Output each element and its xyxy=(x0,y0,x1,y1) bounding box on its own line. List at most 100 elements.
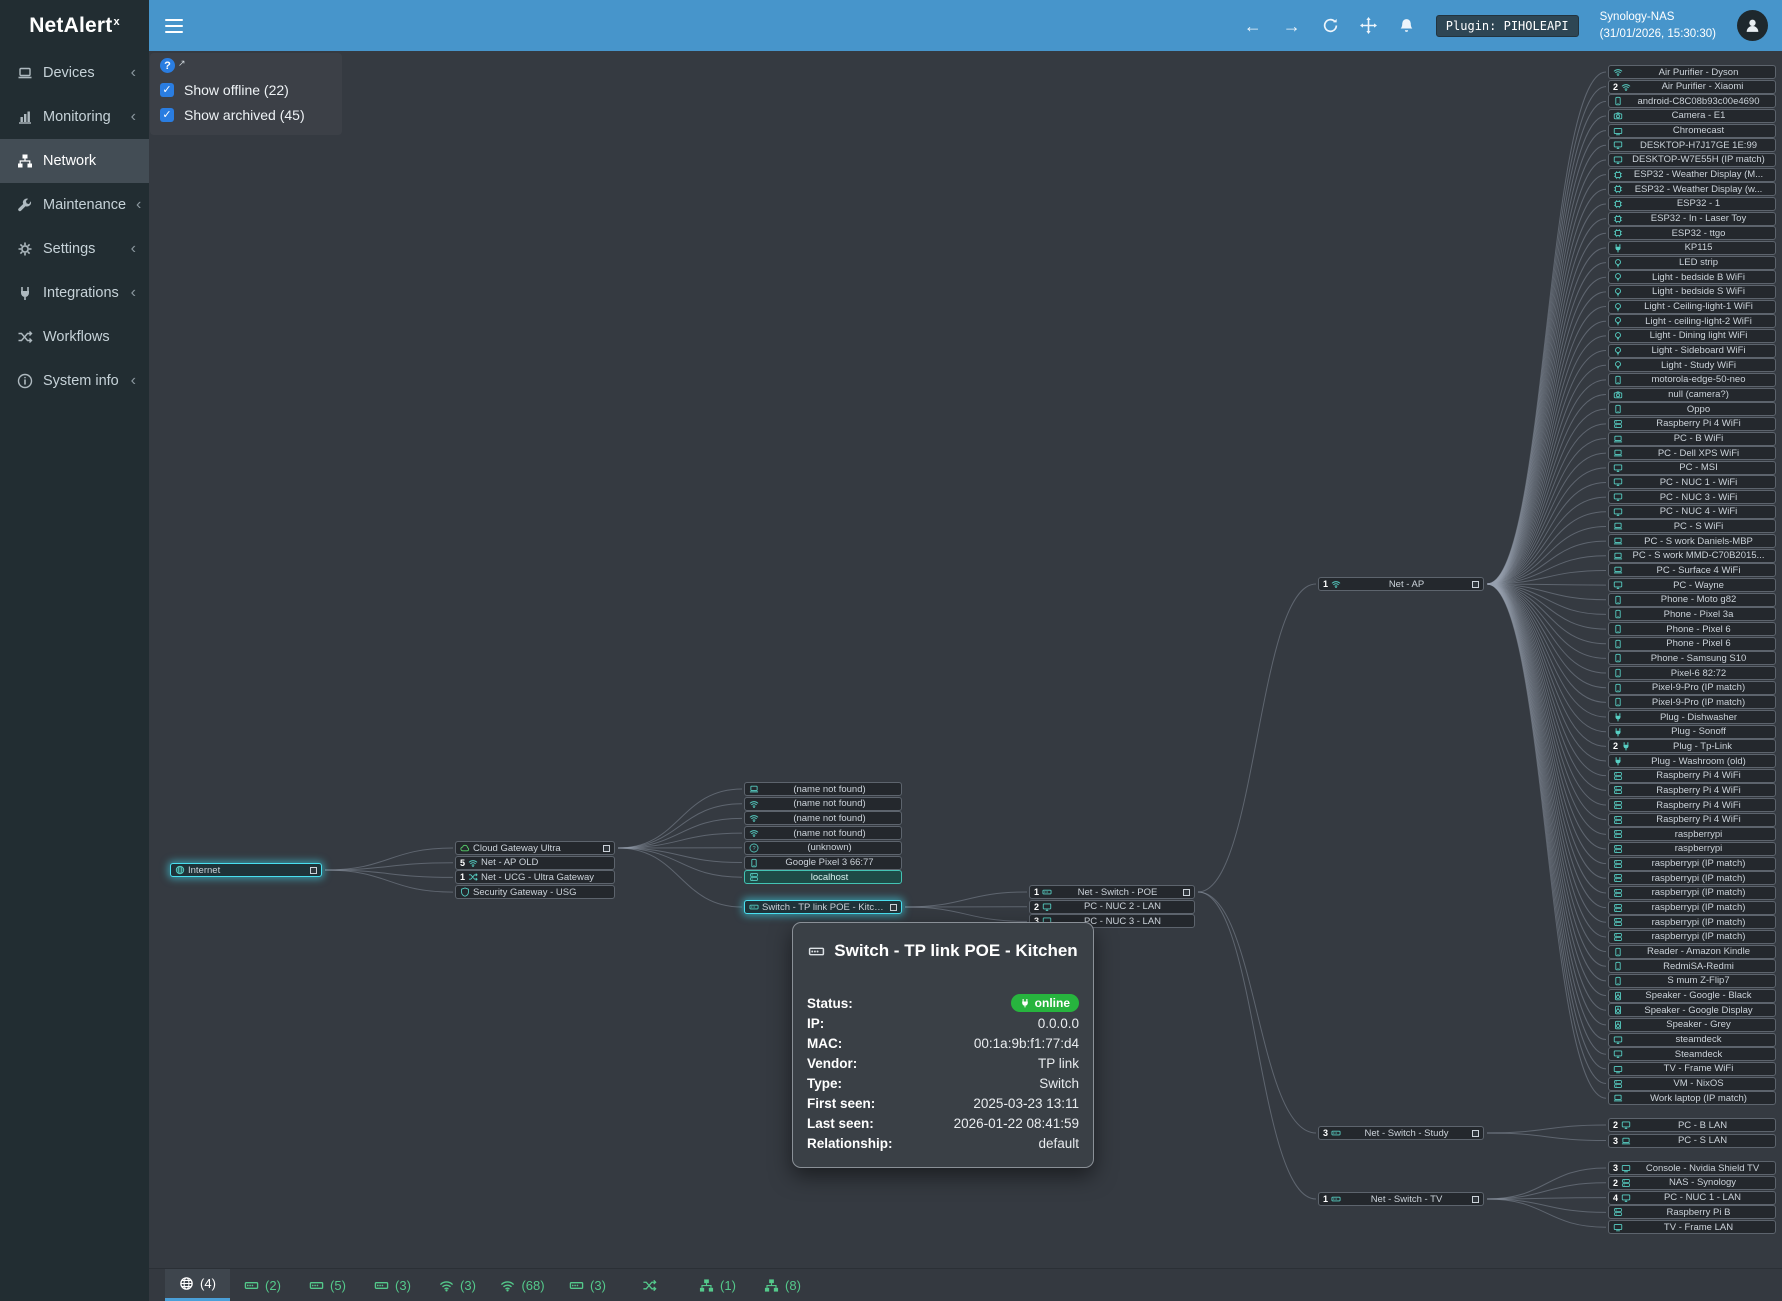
graph-node-wifi-devices-15[interactable]: Light - bedside S WiFi xyxy=(1608,285,1776,299)
graph-node-wifi-devices-63[interactable]: Speaker - Google - Black xyxy=(1608,989,1776,1003)
sidebar-item-integrations[interactable]: Integrations ‹ xyxy=(0,271,149,315)
graph-node-wifi-devices-40[interactable]: Phone - Samsung S10 xyxy=(1608,651,1776,665)
graph-node-wifi-devices-31[interactable]: PC - S WiFi xyxy=(1608,519,1776,533)
graph-node-cloud-gw[interactable]: Cloud Gateway Ultra xyxy=(455,841,615,855)
graph-node-wifi-devices-67[interactable]: Steamdeck xyxy=(1608,1047,1776,1061)
graph-node-nas[interactable]: 2NAS - Synology xyxy=(1608,1176,1776,1190)
graph-node-wifi-devices-49[interactable]: Raspberry Pi 4 WiFi xyxy=(1608,783,1776,797)
node-expand-button[interactable] xyxy=(603,845,610,852)
graph-node-wifi-devices-36[interactable]: Phone - Moto g82 xyxy=(1608,593,1776,607)
graph-node-localhost[interactable]: localhost xyxy=(744,870,902,884)
graph-node-wifi-devices-24[interactable]: Raspberry Pi 4 WiFi xyxy=(1608,417,1776,431)
graph-node-wifi-devices-66[interactable]: steamdeck xyxy=(1608,1033,1776,1047)
graph-node-wifi-devices-8[interactable]: ESP32 - Weather Display (w... xyxy=(1608,182,1776,196)
help-icon[interactable]: ? xyxy=(160,58,175,73)
graph-node-wifi-devices-34[interactable]: PC - Surface 4 WiFi xyxy=(1608,563,1776,577)
graph-node-wifi-devices-6[interactable]: DESKTOP-W7E55H (IP match) xyxy=(1608,153,1776,167)
graph-node-wifi-devices-25[interactable]: PC - B WiFi xyxy=(1608,432,1776,446)
graph-node-wifi-devices-46[interactable]: 2Plug - Tp-Link xyxy=(1608,739,1776,753)
graph-node-wifi-devices-3[interactable]: Camera - E1 xyxy=(1608,109,1776,123)
graph-node-wifi-devices-0[interactable]: Air Purifier - Dyson xyxy=(1608,65,1776,79)
refresh-icon[interactable] xyxy=(1322,17,1339,34)
sidebar-item-workflows[interactable]: Workflows xyxy=(0,315,149,359)
graph-node-wifi-devices-52[interactable]: raspberrypi xyxy=(1608,827,1776,841)
graph-node-wifi-devices-45[interactable]: Plug - Sonoff xyxy=(1608,725,1776,739)
graph-node-wifi-devices-50[interactable]: Raspberry Pi 4 WiFi xyxy=(1608,798,1776,812)
graph-node-wifi-devices-14[interactable]: Light - bedside B WiFi xyxy=(1608,270,1776,284)
node-expand-button[interactable] xyxy=(890,904,897,911)
graph-node-wifi-devices-16[interactable]: Light - Ceiling-light-1 WiFi xyxy=(1608,300,1776,314)
graph-node-ap-old[interactable]: 5Net - AP OLD xyxy=(455,856,615,870)
forward-icon[interactable]: → xyxy=(1283,17,1301,35)
graph-node-wifi-devices-59[interactable]: raspberrypi (IP match) xyxy=(1608,930,1776,944)
graph-node-console[interactable]: 3Console - Nvidia Shield TV xyxy=(1608,1161,1776,1175)
graph-node-nnf4[interactable]: (name not found) xyxy=(744,826,902,840)
graph-node-wifi-devices-61[interactable]: RedmiSA-Redmi xyxy=(1608,959,1776,973)
tab-globe[interactable]: (4) xyxy=(165,1269,230,1301)
show-archived-checkbox[interactable]: ✓ Show archived (45) xyxy=(160,107,332,123)
graph-node-wifi-devices-33[interactable]: PC - S work MMD-C70B2015... xyxy=(1608,549,1776,563)
external-link-icon[interactable]: ↗ xyxy=(178,58,186,69)
graph-node-tv-frame-lan[interactable]: TV - Frame LAN xyxy=(1608,1220,1776,1234)
sidebar-toggle-button[interactable] xyxy=(149,0,199,51)
node-expand-button[interactable] xyxy=(1472,1130,1479,1137)
graph-node-sw-study[interactable]: 3Net - Switch - Study xyxy=(1318,1126,1484,1140)
graph-node-wifi-devices-44[interactable]: Plug - Dishwasher xyxy=(1608,710,1776,724)
sidebar-item-maintenance[interactable]: Maintenance ‹ xyxy=(0,183,149,227)
graph-node-nnf1[interactable]: (name not found) xyxy=(744,782,902,796)
graph-node-wifi-devices-30[interactable]: PC - NUC 4 - WiFi xyxy=(1608,505,1776,519)
move-icon[interactable] xyxy=(1360,17,1377,34)
graph-node-wifi-devices-37[interactable]: Phone - Pixel 3a xyxy=(1608,607,1776,621)
graph-node-wifi-devices-20[interactable]: Light - Study WiFi xyxy=(1608,358,1776,372)
graph-node-sw-tv[interactable]: 1Net - Switch - TV xyxy=(1318,1192,1484,1206)
graph-node-wifi-devices-65[interactable]: Speaker - Grey xyxy=(1608,1018,1776,1032)
graph-node-ucg[interactable]: 1Net - UCG - Ultra Gateway xyxy=(455,870,615,884)
node-expand-button[interactable] xyxy=(310,867,317,874)
graph-node-wifi-devices-56[interactable]: raspberrypi (IP match) xyxy=(1608,886,1776,900)
graph-node-pc-s-lan[interactable]: 3PC - S LAN xyxy=(1608,1134,1776,1148)
graph-node-wifi-devices-4[interactable]: Chromecast xyxy=(1608,124,1776,138)
graph-node-wifi-devices-58[interactable]: raspberrypi (IP match) xyxy=(1608,915,1776,929)
graph-node-wifi-devices-57[interactable]: raspberrypi (IP match) xyxy=(1608,901,1776,915)
graph-node-wifi-devices-19[interactable]: Light - Sideboard WiFi xyxy=(1608,344,1776,358)
sidebar-item-network[interactable]: Network xyxy=(0,139,149,183)
tab-shuffle[interactable] xyxy=(620,1269,685,1301)
graph-node-wifi-devices-41[interactable]: Pixel-6 82:72 xyxy=(1608,666,1776,680)
graph-node-wifi-devices-43[interactable]: Pixel-9-Pro (IP match) xyxy=(1608,695,1776,709)
tab-router-4[interactable]: (3) xyxy=(555,1269,620,1301)
graph-node-wifi-devices-29[interactable]: PC - NUC 3 - WiFi xyxy=(1608,490,1776,504)
graph-node-wifi-devices-27[interactable]: PC - MSI xyxy=(1608,461,1776,475)
node-expand-button[interactable] xyxy=(1183,889,1190,896)
tab-wifi-2[interactable]: (68) xyxy=(490,1269,555,1301)
sidebar-item-settings[interactable]: Settings ‹ xyxy=(0,227,149,271)
app-logo[interactable]: NetAlertx xyxy=(0,0,149,51)
bell-icon[interactable] xyxy=(1398,17,1415,34)
graph-node-wifi-devices-32[interactable]: PC - S work Daniels-MBP xyxy=(1608,534,1776,548)
graph-node-rpi-b[interactable]: Raspberry Pi B xyxy=(1608,1205,1776,1219)
graph-node-wifi-devices-35[interactable]: PC - Wayne xyxy=(1608,578,1776,592)
graph-node-wifi-devices-10[interactable]: ESP32 - In - Laser Toy xyxy=(1608,212,1776,226)
graph-node-wifi-devices-55[interactable]: raspberrypi (IP match) xyxy=(1608,871,1776,885)
graph-node-wifi-devices-69[interactable]: VM - NixOS xyxy=(1608,1077,1776,1091)
graph-node-wifi-devices-60[interactable]: Reader - Amazon Kindle xyxy=(1608,945,1776,959)
graph-node-wifi-devices-28[interactable]: PC - NUC 1 - WiFi xyxy=(1608,475,1776,489)
graph-node-wifi-devices-9[interactable]: ESP32 - 1 xyxy=(1608,197,1776,211)
graph-node-wifi-devices-62[interactable]: S mum Z-Flip7 xyxy=(1608,974,1776,988)
graph-node-gpixel[interactable]: Google Pixel 3 66:77 xyxy=(744,856,902,870)
tab-router-1[interactable]: (2) xyxy=(230,1269,295,1301)
graph-node-wifi-devices-26[interactable]: PC - Dell XPS WiFi xyxy=(1608,446,1776,460)
graph-node-wifi-devices-17[interactable]: Light - ceiling-light-2 WiFi xyxy=(1608,314,1776,328)
graph-node-wifi-devices-70[interactable]: Work laptop (IP match) xyxy=(1608,1091,1776,1105)
graph-node-nnf2[interactable]: (name not found) xyxy=(744,797,902,811)
user-avatar[interactable] xyxy=(1737,10,1768,41)
graph-node-wifi-devices-51[interactable]: Raspberry Pi 4 WiFi xyxy=(1608,813,1776,827)
graph-node-kitchen[interactable]: Switch - TP link POE - Kitchen xyxy=(744,900,902,914)
tab-router-3[interactable]: (3) xyxy=(360,1269,425,1301)
graph-node-pc-b-lan[interactable]: 2PC - B LAN xyxy=(1608,1118,1776,1132)
graph-node-wifi-devices-42[interactable]: Pixel-9-Pro (IP match) xyxy=(1608,681,1776,695)
graph-node-nnf3[interactable]: (name not found) xyxy=(744,811,902,825)
graph-node-wifi-devices-64[interactable]: Speaker - Google Display xyxy=(1608,1003,1776,1017)
graph-node-wifi-devices-2[interactable]: android-C8C08b93c00e4690 xyxy=(1608,94,1776,108)
graph-node-wifi-devices-38[interactable]: Phone - Pixel 6 xyxy=(1608,622,1776,636)
tab-router-2[interactable]: (5) xyxy=(295,1269,360,1301)
